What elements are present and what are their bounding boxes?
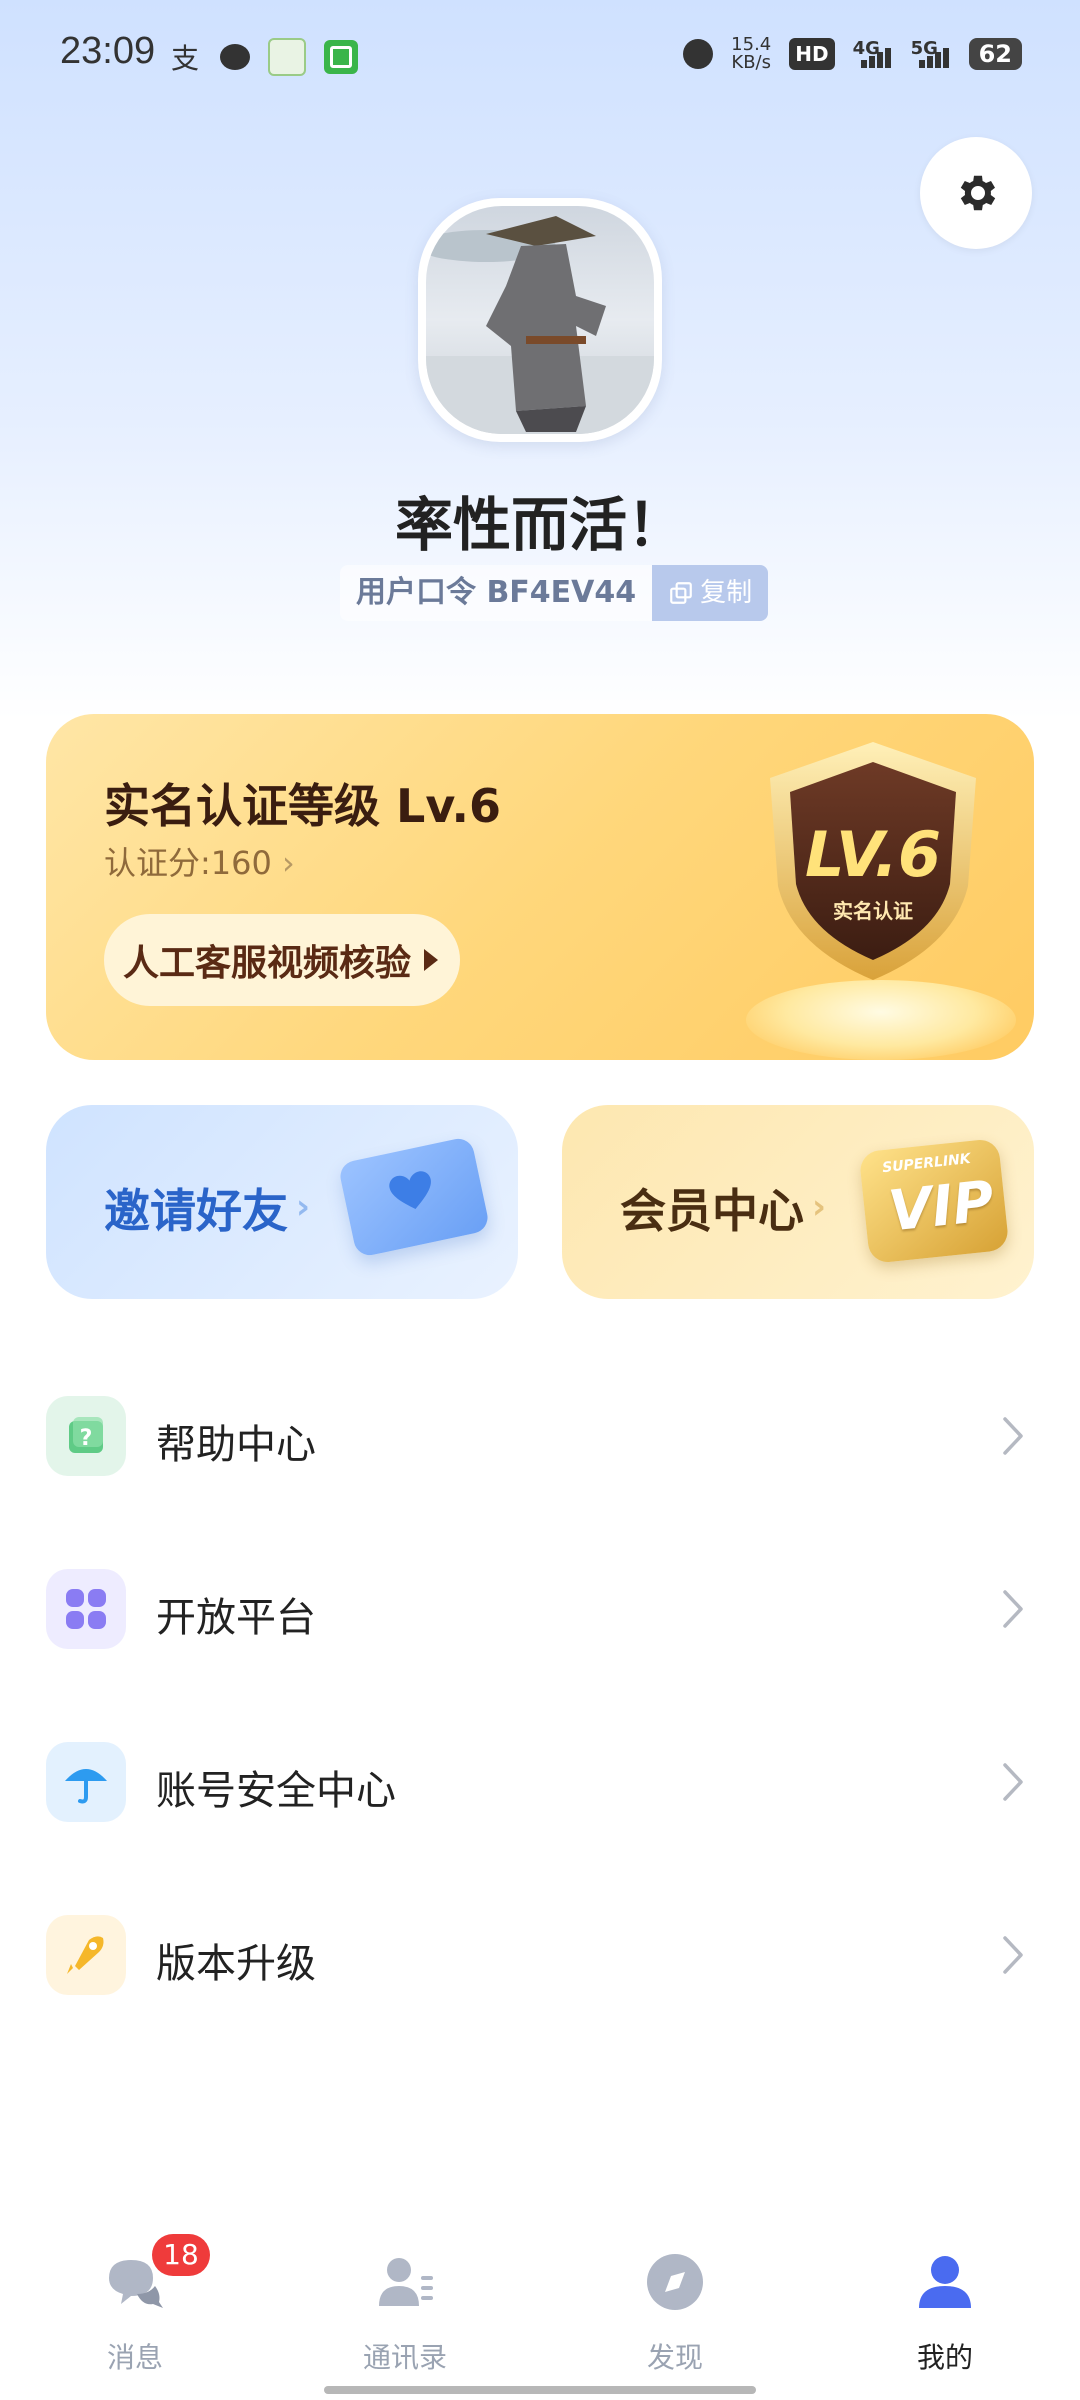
help-question-icon: ?: [46, 1396, 126, 1476]
battery-indicator: 62: [968, 38, 1022, 70]
menu-item-account-security[interactable]: 账号安全中心: [0, 1722, 1080, 1842]
tab-messages-label: 消息: [106, 2341, 163, 2374]
vip-badge-text: VIP: [885, 1168, 997, 1245]
system-indicators: 15.4 KB/s HD 4G 5G 62: [683, 36, 1022, 72]
app-notification-icon: [268, 38, 306, 76]
badge-pedestal: [746, 980, 1016, 1060]
gear-icon: [960, 175, 996, 211]
vip-center-label: 会员中心: [620, 1184, 804, 1238]
network-speed-unit: KB/s: [731, 52, 772, 73]
svg-text:?: ?: [80, 1426, 93, 1451]
triangle-right-icon: [424, 949, 438, 971]
verification-score-label: 认证分:160: [104, 844, 272, 882]
user-code-label: 用户口令 BF4EV44: [340, 565, 653, 621]
apps-grid-icon: [46, 1569, 126, 1649]
level-shield-icon: LV.6 实名认证: [770, 742, 976, 980]
verification-card[interactable]: 实名认证等级 Lv.6 认证分:160 › 人工客服视频核验 LV.6 实名认证: [46, 714, 1034, 1060]
compass-icon: [647, 2254, 703, 2310]
video-check-button[interactable]: 人工客服视频核验: [104, 914, 460, 1006]
invite-friends-tile[interactable]: 邀请好友 ›: [46, 1105, 518, 1299]
menu-item-help-center[interactable]: ? 帮助中心: [0, 1376, 1080, 1496]
status-bar: 23:09 支 15.4 KB/s HD 4G 5G 62: [0, 0, 1080, 110]
home-indicator[interactable]: [324, 2386, 756, 2394]
chevron-right-icon: ›: [296, 1187, 311, 1227]
envelope-heart-icon: [337, 1135, 491, 1259]
chat-bubble-icon: [220, 44, 250, 70]
chevron-right-icon: [1003, 1936, 1023, 1974]
alipay-icon: 支: [170, 42, 199, 75]
menu-item-label: 版本升级: [156, 1941, 316, 1987]
vip-badge-icon: SUPERLINK VIP: [858, 1137, 1010, 1265]
avatar[interactable]: [418, 198, 662, 442]
verification-score[interactable]: 认证分:160 ›: [104, 838, 295, 884]
menu-item-open-platform[interactable]: 开放平台: [0, 1549, 1080, 1669]
shield-level-text: LV.6: [805, 818, 941, 891]
signal-5g-icon: 5G: [911, 38, 951, 68]
hd-voice-icon: HD: [789, 38, 835, 70]
tab-discover[interactable]: 发现: [600, 2250, 750, 2380]
nickname: 率性而活！: [394, 491, 685, 559]
user-profile-icon: [919, 2256, 971, 2308]
notification-icons: 支: [168, 38, 358, 76]
status-time: 23:09: [60, 30, 156, 72]
signal-4g-icon: 4G: [853, 38, 893, 68]
tab-discover-label: 发现: [646, 2341, 703, 2374]
chevron-right-icon: [1003, 1763, 1023, 1801]
tab-contacts-label: 通讯录: [362, 2341, 447, 2374]
menu-item-version-upgrade[interactable]: 版本升级: [0, 1895, 1080, 2015]
contacts-icon: [379, 2258, 433, 2306]
shield-caption-text: 实名认证: [833, 899, 913, 923]
rocket-upgrade-icon: [46, 1915, 126, 1995]
tab-me-label: 我的: [916, 2341, 973, 2374]
menu-item-label: 帮助中心: [156, 1422, 316, 1468]
chevron-right-icon: [1003, 1590, 1023, 1628]
umbrella-shield-icon: [46, 1742, 126, 1822]
chevron-right-icon: ›: [812, 1187, 827, 1227]
vip-center-tile[interactable]: 会员中心 › SUPERLINK VIP: [562, 1105, 1034, 1299]
green-app-icon: [324, 40, 358, 74]
alarm-icon: [683, 39, 714, 69]
video-check-label: 人工客服视频核验: [122, 943, 411, 984]
invite-friends-label: 邀请好友: [104, 1184, 288, 1238]
unread-messages-badge: 18: [152, 2234, 210, 2276]
copy-label: 复制: [700, 578, 753, 608]
verification-title: 实名认证等级 Lv.6: [104, 779, 502, 833]
settings-button[interactable]: [920, 137, 1032, 249]
menu-item-label: 账号安全中心: [156, 1768, 396, 1814]
network-speed: 15.4 KB/s: [731, 36, 771, 72]
menu-item-label: 开放平台: [156, 1595, 316, 1641]
user-code-row: 用户口令 BF4EV44 复制: [340, 565, 769, 621]
tab-me[interactable]: 我的: [870, 2250, 1020, 2380]
chevron-right-icon: ›: [282, 844, 295, 882]
copy-icon: [670, 582, 692, 604]
tab-contacts[interactable]: 通讯录: [330, 2250, 480, 2380]
copy-button[interactable]: 复制: [652, 565, 769, 621]
chevron-right-icon: [1003, 1417, 1023, 1455]
avatar-image: [426, 206, 654, 434]
